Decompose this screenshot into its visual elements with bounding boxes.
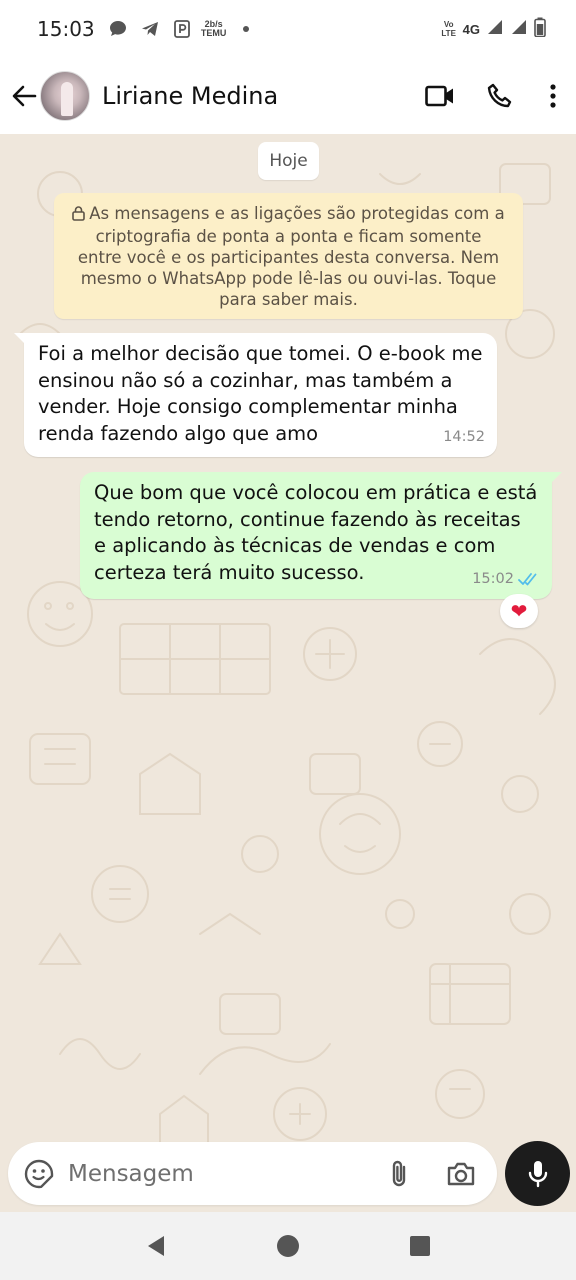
message-text: Foi a melhor decisão que tomei. O e-book… [38,342,483,445]
parking-icon [171,18,193,40]
heart-icon: ❤ [510,600,528,623]
back-button[interactable] [10,82,38,110]
double-check-read-icon [518,572,537,586]
heart-reaction[interactable]: ❤ [500,594,538,628]
nav-home-button[interactable] [264,1222,312,1270]
voice-message-button[interactable] [505,1141,570,1206]
arrow-left-icon [12,85,37,107]
paperclip-icon [392,1160,406,1186]
temu-icon: 2b/s TEMU [200,18,227,40]
volte-indicator: Vo LTE [441,20,456,38]
message-input[interactable] [68,1160,368,1187]
message-timestamp: 15:02 [472,570,514,587]
date-chip: Hoje [258,142,319,180]
sticker-icon [24,1159,54,1188]
square-recents-icon [410,1236,430,1256]
message-text: Que bom que você colocou em prática e es… [94,481,538,584]
network-type: 4G [462,21,480,37]
temu-bottom-text: TEMU [200,28,227,38]
nav-back-button[interactable] [132,1222,180,1270]
encryption-notice[interactable]: As mensagens e as ligações são protegida… [54,193,523,319]
circle-home-icon [277,1235,299,1257]
video-call-button[interactable] [410,72,470,120]
system-navigation-bar [0,1212,576,1280]
video-camera-icon [425,85,453,107]
system-icons: Vo LTE 4G [441,17,546,42]
chat-area[interactable]: Hoje As mensagens e as ligações são prot… [0,134,576,1212]
encryption-notice-text: As mensagens e as ligações são protegida… [77,204,505,309]
signal-2-icon [510,18,528,41]
message-timestamp: 14:52 [443,428,485,445]
message-time: 14:52 [443,424,485,451]
chat-bubble-icon [107,18,129,40]
camera-icon [447,1162,475,1185]
status-time: 15:03 [37,17,95,41]
incoming-message[interactable]: Foi a melhor decisão que tomei. O e-book… [14,333,497,457]
status-bar: 15:03 2b/s TEMU Vo LTE 4G [0,0,576,58]
voice-call-button[interactable] [470,72,530,120]
contact-avatar[interactable] [40,71,90,121]
triangle-back-icon [148,1236,164,1256]
attach-button[interactable] [377,1152,421,1196]
composer-actions [377,1152,483,1196]
sticker-button[interactable] [24,1152,54,1196]
more-notifications-dot-icon [235,18,257,40]
chat-header: Liriane Medina [0,58,576,134]
message-composer [8,1142,497,1205]
phone-icon [487,83,512,108]
microphone-icon [528,1160,547,1187]
message-time: 15:02 [472,566,540,593]
lock-icon [72,205,86,226]
telegram-icon [139,18,161,40]
contact-name[interactable]: Liriane Medina [102,82,278,110]
outgoing-message[interactable]: Que bom que você colocou em prática e es… [80,472,562,599]
more-vertical-icon [550,84,556,108]
battery-icon [534,17,546,42]
header-actions [410,72,576,120]
menu-button[interactable] [530,72,576,120]
camera-button[interactable] [439,1152,483,1196]
notification-icons: 2b/s TEMU [107,18,257,40]
nav-recents-button[interactable] [396,1222,444,1270]
signal-icon [486,18,504,41]
